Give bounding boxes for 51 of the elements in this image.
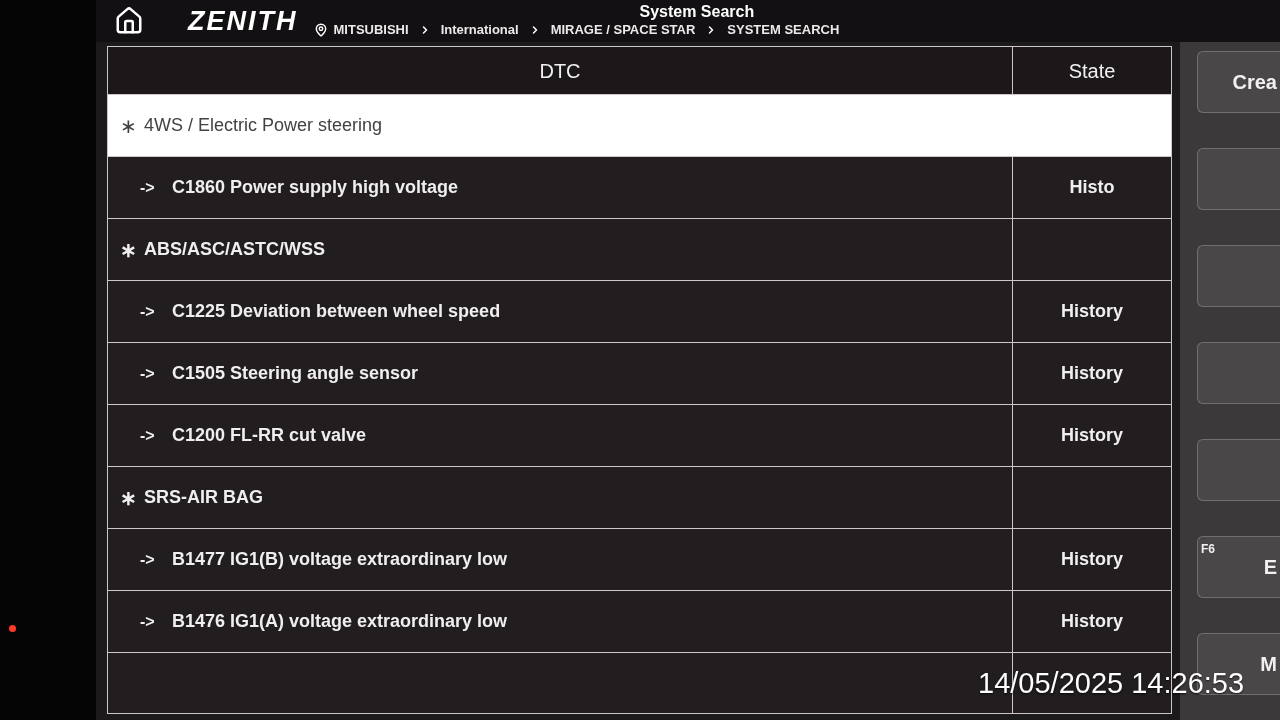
table-row[interactable]: -> B1476 IG1(A) voltage extraordinary low History — [108, 590, 1171, 652]
state-label: History — [1061, 610, 1123, 633]
system-name: 4WS / Electric Power steering — [144, 114, 383, 137]
side-button[interactable] — [1197, 342, 1280, 404]
home-icon[interactable] — [114, 6, 144, 36]
table-row[interactable]: ∗ ABS/ASC/ASTC/WSS — [108, 218, 1171, 280]
state-label: History — [1061, 362, 1123, 385]
table-row[interactable]: -> B1477 IG1(B) voltage extraordinary low History — [108, 528, 1171, 590]
page-title: System Search — [639, 3, 756, 21]
table-row[interactable]: ∗ 4WS / Electric Power steering — [108, 94, 1171, 156]
table-row[interactable]: -> C1200 FL-RR cut valve History — [108, 404, 1171, 466]
breadcrumb-link[interactable]: MITSUBISHI — [333, 21, 409, 39]
side-button[interactable] — [1197, 245, 1280, 307]
breadcrumb-link[interactable]: SYSTEM SEARCH — [727, 21, 840, 39]
asterisk-marker: ∗ — [120, 485, 138, 511]
fault-code-label: B1476 IG1(A) voltage extraordinary low — [172, 610, 508, 633]
fault-code-label: C1505 Steering angle sensor — [172, 362, 419, 385]
table-row[interactable]: -> C1860 Power supply high voltage Histo — [108, 156, 1171, 218]
table-row[interactable]: -> C1505 Steering angle sensor History — [108, 342, 1171, 404]
arrow-marker: -> — [140, 301, 156, 322]
breadcrumb-link[interactable]: MIRAGE / SPACE STAR — [550, 21, 696, 39]
shortcut-key-label: F6 — [1201, 541, 1215, 558]
asterisk-marker: ∗ — [120, 113, 138, 139]
table-row[interactable]: ∗ SRS-AIR BAG — [108, 466, 1171, 528]
system-name: ABS/ASC/ASTC/WSS — [144, 238, 325, 261]
fault-code-label: C1225 Deviation between wheel speed — [172, 300, 501, 323]
indicator-light-icon — [9, 625, 16, 632]
arrow-marker: -> — [140, 549, 156, 570]
side-button[interactable]: F6 E — [1197, 536, 1280, 598]
state-label: Histo — [1069, 176, 1115, 199]
side-button[interactable]: Crea — [1197, 51, 1280, 113]
arrow-marker: -> — [140, 611, 156, 632]
arrow-marker: -> — [140, 177, 156, 198]
table-row[interactable]: -> C1225 Deviation between wheel speed History — [108, 280, 1171, 342]
brand-logo: ZENITH — [188, 7, 298, 35]
fault-code-label: B1477 IG1(B) voltage extraordinary low — [172, 548, 508, 571]
state-label: History — [1061, 300, 1123, 323]
fault-code-label: C1860 Power supply high voltage — [172, 176, 459, 199]
arrow-marker: -> — [140, 425, 156, 446]
side-button[interactable] — [1197, 439, 1280, 501]
column-header: DTC — [539, 58, 581, 84]
asterisk-marker: ∗ — [120, 237, 138, 263]
side-button[interactable] — [1197, 148, 1280, 210]
arrow-marker: -> — [140, 363, 156, 384]
state-label: History — [1061, 548, 1123, 571]
location-pin-icon — [313, 23, 328, 37]
breadcrumb-link[interactable]: International — [440, 21, 519, 39]
column-header: State — [1068, 58, 1116, 84]
system-name: SRS-AIR BAG — [144, 486, 263, 509]
fault-code-label: C1200 FL-RR cut valve — [172, 424, 367, 447]
state-label: History — [1061, 424, 1123, 447]
